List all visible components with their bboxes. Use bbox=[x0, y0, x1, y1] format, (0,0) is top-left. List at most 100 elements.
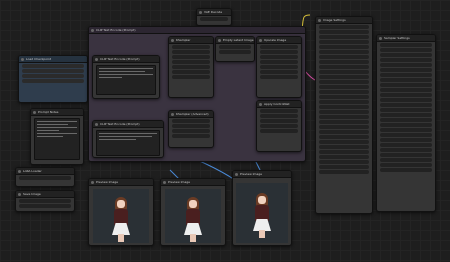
model-output-row[interactable] bbox=[22, 69, 84, 73]
widget-row[interactable] bbox=[380, 53, 432, 57]
preview-thumbnail[interactable] bbox=[236, 183, 288, 243]
steps-widget[interactable] bbox=[172, 55, 210, 59]
preview-thumbnail[interactable] bbox=[165, 189, 221, 243]
widget-row[interactable] bbox=[319, 75, 369, 79]
format-widget[interactable] bbox=[19, 204, 71, 208]
collapse-dot-icon[interactable] bbox=[171, 38, 174, 42]
positive-prompt-textarea[interactable] bbox=[96, 65, 156, 95]
widget-row[interactable] bbox=[380, 103, 432, 107]
notes-textarea[interactable] bbox=[34, 118, 80, 160]
lora-name-widget[interactable] bbox=[19, 176, 71, 180]
collapse-dot-icon[interactable] bbox=[18, 192, 21, 196]
cfg-widget[interactable] bbox=[172, 129, 210, 133]
param-widget[interactable] bbox=[260, 60, 298, 64]
widget-row[interactable] bbox=[380, 43, 432, 47]
cfg-widget[interactable] bbox=[172, 60, 210, 64]
widget-row[interactable] bbox=[319, 60, 369, 64]
collapse-dot-icon[interactable] bbox=[91, 180, 94, 184]
widget-row[interactable] bbox=[319, 70, 369, 74]
widget-row[interactable] bbox=[380, 128, 432, 132]
collapse-dot-icon[interactable] bbox=[95, 57, 98, 61]
widget-row[interactable] bbox=[380, 48, 432, 52]
control-widget[interactable] bbox=[172, 50, 210, 54]
ckpt-name-widget[interactable] bbox=[22, 64, 84, 68]
widget-row[interactable] bbox=[319, 125, 369, 129]
widget-row[interactable] bbox=[319, 65, 369, 69]
widget-row[interactable] bbox=[319, 140, 369, 144]
param-widget[interactable] bbox=[260, 129, 298, 133]
collapse-dot-icon[interactable] bbox=[21, 57, 24, 61]
collapse-dot-icon[interactable] bbox=[163, 180, 166, 184]
clip-text-negative-node[interactable]: CLIP Text Encode (Prompt) bbox=[92, 120, 164, 158]
widget-row[interactable] bbox=[319, 80, 369, 84]
widget-row[interactable] bbox=[380, 158, 432, 162]
widget-row[interactable] bbox=[380, 58, 432, 62]
widget-row[interactable] bbox=[380, 63, 432, 67]
widget-row[interactable] bbox=[319, 145, 369, 149]
widget-row[interactable] bbox=[319, 170, 369, 174]
widget-row[interactable] bbox=[380, 78, 432, 82]
scheduler-widget[interactable] bbox=[172, 70, 210, 74]
widget-row[interactable] bbox=[319, 35, 369, 39]
end-percent-widget[interactable] bbox=[260, 119, 298, 123]
lora-loader-node[interactable]: LoRA Loader bbox=[15, 167, 75, 187]
widget-row[interactable] bbox=[380, 93, 432, 97]
collapse-dot-icon[interactable] bbox=[171, 112, 174, 116]
filename-prefix-widget[interactable] bbox=[19, 199, 71, 203]
sampler-widget[interactable] bbox=[172, 65, 210, 69]
widget-row[interactable] bbox=[380, 88, 432, 92]
height-widget[interactable] bbox=[219, 50, 251, 54]
widget-row[interactable] bbox=[319, 25, 369, 29]
image-settings-node[interactable]: Image Settings bbox=[315, 16, 373, 214]
load-checkpoint-node[interactable]: Load Checkpoint bbox=[18, 55, 88, 103]
widget-row[interactable] bbox=[319, 160, 369, 164]
collapse-dot-icon[interactable] bbox=[33, 110, 36, 114]
widget-row[interactable] bbox=[319, 55, 369, 59]
crop-widget[interactable] bbox=[260, 55, 298, 59]
collapse-dot-icon[interactable] bbox=[259, 102, 262, 106]
empty-latent-node[interactable]: Empty Latent Image bbox=[215, 36, 255, 62]
ksampler-advanced-node[interactable]: KSampler (Advanced) bbox=[168, 110, 214, 148]
widget-row[interactable] bbox=[319, 105, 369, 109]
prompt-notes-node[interactable]: Prompt Notes bbox=[30, 108, 84, 165]
widget-row[interactable] bbox=[380, 163, 432, 167]
clip-output-row[interactable] bbox=[22, 74, 84, 78]
negative-prompt-textarea[interactable] bbox=[96, 130, 160, 156]
widget-row[interactable] bbox=[380, 108, 432, 112]
apply-controlnet-node[interactable]: Apply ControlNet bbox=[256, 100, 302, 152]
width-widget[interactable] bbox=[219, 45, 251, 49]
widget-row[interactable] bbox=[319, 155, 369, 159]
node-row[interactable] bbox=[200, 17, 228, 21]
collapse-dot-icon[interactable] bbox=[218, 38, 221, 42]
param-widget[interactable] bbox=[260, 70, 298, 74]
sampler-widget[interactable] bbox=[172, 134, 210, 138]
widget-row[interactable] bbox=[380, 113, 432, 117]
widget-row[interactable] bbox=[380, 148, 432, 152]
save-image-node[interactable]: Save Image bbox=[15, 190, 75, 212]
widget-row[interactable] bbox=[319, 100, 369, 104]
widget-row[interactable] bbox=[380, 73, 432, 77]
widget-row[interactable] bbox=[319, 130, 369, 134]
widget-row[interactable] bbox=[319, 120, 369, 124]
collapse-dot-icon[interactable] bbox=[379, 36, 382, 40]
preview-image-node-2[interactable]: Preview Image bbox=[160, 178, 226, 246]
widget-row[interactable] bbox=[380, 133, 432, 137]
widget-row[interactable] bbox=[380, 123, 432, 127]
start-percent-widget[interactable] bbox=[260, 114, 298, 118]
scale-widget[interactable] bbox=[260, 50, 298, 54]
widget-row[interactable] bbox=[319, 150, 369, 154]
param-widget[interactable] bbox=[260, 124, 298, 128]
ksampler-node[interactable]: KSampler bbox=[168, 36, 214, 98]
param-widget[interactable] bbox=[260, 65, 298, 69]
widget-row[interactable] bbox=[319, 85, 369, 89]
sampler-settings-node[interactable]: Sampler Settings bbox=[376, 34, 436, 212]
collapse-dot-icon[interactable] bbox=[95, 122, 98, 126]
widget-row[interactable] bbox=[319, 115, 369, 119]
strength-widget[interactable] bbox=[260, 109, 298, 113]
widget-row[interactable] bbox=[319, 45, 369, 49]
collapse-dot-icon[interactable] bbox=[91, 28, 94, 32]
vae-output-row[interactable] bbox=[22, 79, 84, 83]
collapse-dot-icon[interactable] bbox=[235, 172, 238, 176]
widget-row[interactable] bbox=[380, 143, 432, 147]
widget-row[interactable] bbox=[319, 110, 369, 114]
